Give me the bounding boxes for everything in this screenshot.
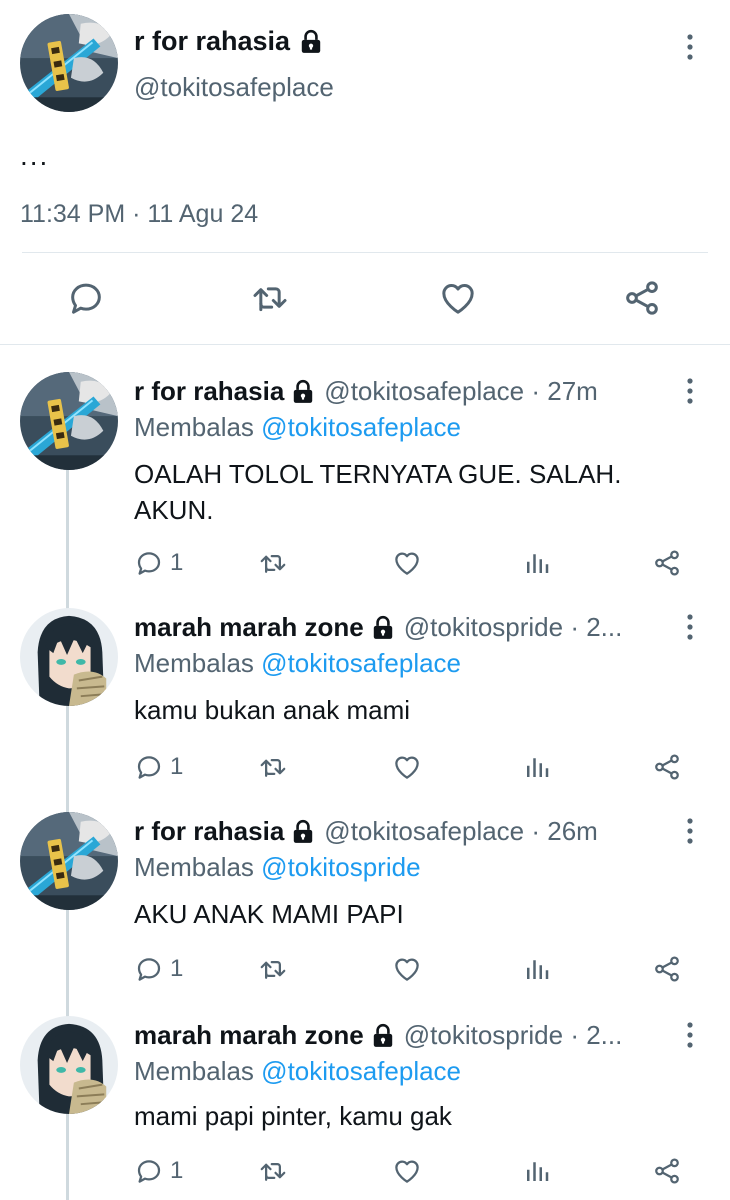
retweet-icon[interactable]	[258, 1154, 288, 1188]
lock-icon	[290, 819, 316, 845]
reply-icon[interactable]	[64, 276, 108, 320]
reply-count: 1	[170, 955, 184, 982]
reply-header: r for rahasia @tokitosafeplace · 26m	[134, 816, 668, 847]
replying-to-label: Membalas	[134, 648, 254, 678]
reply-actions: 1	[134, 750, 690, 784]
lock-icon	[290, 379, 316, 405]
like-icon[interactable]	[392, 546, 422, 580]
tweet-timestamp[interactable]: 11:34 PM · 11 Agu 24	[20, 200, 258, 229]
replying-to-mention[interactable]: @tokitospride	[261, 852, 420, 882]
avatar[interactable]	[20, 372, 118, 470]
sword-avatar-image	[20, 812, 118, 910]
tweet-text: ...	[20, 140, 50, 171]
share-icon[interactable]	[620, 276, 664, 320]
more-options-icon[interactable]	[680, 816, 700, 846]
reply-count: 1	[170, 753, 184, 780]
avatar[interactable]	[20, 608, 118, 706]
reply-count: 1	[170, 1157, 184, 1184]
replying-to: Membalas @tokitosafeplace	[134, 412, 461, 443]
author-name: r for rahasia	[134, 26, 291, 56]
reply-icon	[134, 954, 164, 984]
reply-actions: 1	[134, 952, 690, 986]
reply-actions: 1	[134, 546, 690, 580]
reply-text: kamu bukan anak mami	[134, 695, 411, 725]
author-handle-time[interactable]: @tokitospride · 2...	[404, 1020, 623, 1051]
retweet-icon[interactable]	[248, 276, 292, 320]
author-handle-time[interactable]: @tokitospride · 2...	[404, 612, 623, 643]
replying-to-label: Membalas	[134, 1056, 254, 1086]
replying-to-mention[interactable]: @tokitosafeplace	[261, 648, 461, 678]
views-icon[interactable]	[522, 546, 552, 580]
reply-icon	[134, 548, 164, 578]
reply-header: r for rahasia @tokitosafeplace · 27m	[134, 376, 668, 407]
divider	[0, 344, 730, 345]
more-options-icon[interactable]	[680, 32, 700, 62]
reply-icon	[134, 1156, 164, 1186]
sword-avatar-image	[20, 372, 118, 470]
retweet-icon[interactable]	[258, 952, 288, 986]
reply-text: mami papi pinter, kamu gak	[134, 1101, 452, 1131]
replying-to-mention[interactable]: @tokitosafeplace	[261, 1056, 461, 1086]
divider	[22, 252, 708, 253]
sword-avatar-image	[20, 14, 118, 112]
avatar[interactable]	[20, 812, 118, 910]
replying-to: Membalas @tokitosafeplace	[134, 1056, 461, 1087]
like-icon[interactable]	[392, 1154, 422, 1188]
share-icon[interactable]	[652, 546, 682, 580]
replying-to: Membalas @tokitospride	[134, 852, 421, 883]
share-icon[interactable]	[652, 1154, 682, 1188]
views-icon[interactable]	[522, 952, 552, 986]
share-icon[interactable]	[652, 750, 682, 784]
replying-to-mention[interactable]: @tokitosafeplace	[261, 412, 461, 442]
reply-button[interactable]: 1	[134, 952, 183, 986]
more-options-icon[interactable]	[680, 612, 700, 642]
replying-to: Membalas @tokitosafeplace	[134, 648, 461, 679]
views-icon[interactable]	[522, 750, 552, 784]
character-avatar-image	[20, 1016, 118, 1114]
reply-actions: 1	[134, 1154, 690, 1188]
reply-button[interactable]: 1	[134, 546, 183, 580]
like-icon[interactable]	[392, 750, 422, 784]
more-options-icon[interactable]	[680, 1020, 700, 1050]
replying-to-label: Membalas	[134, 412, 254, 442]
author-name-row[interactable]: r for rahasia	[134, 26, 324, 57]
lock-icon	[370, 1023, 396, 1049]
author-handle-time[interactable]: @tokitosafeplace · 27m	[324, 376, 598, 407]
lock-icon	[370, 615, 396, 641]
author-handle[interactable]: @tokitosafeplace	[134, 72, 334, 103]
views-icon[interactable]	[522, 1154, 552, 1188]
reply-header: marah marah zone @tokitospride · 2...	[134, 1020, 668, 1051]
avatar[interactable]	[20, 14, 118, 112]
avatar[interactable]	[20, 1016, 118, 1114]
retweet-icon[interactable]	[258, 546, 288, 580]
author-name[interactable]: r for rahasia	[134, 376, 284, 407]
reply-button[interactable]: 1	[134, 1154, 183, 1188]
reply-text: OALAH TOLOL TERNYATA GUE. SALAH. AKUN.	[134, 459, 622, 525]
character-avatar-image	[20, 608, 118, 706]
author-name[interactable]: marah marah zone	[134, 1020, 364, 1051]
reply-icon	[134, 752, 164, 782]
like-icon[interactable]	[436, 276, 480, 320]
reply-button[interactable]: 1	[134, 750, 183, 784]
share-icon[interactable]	[652, 952, 682, 986]
lock-icon	[298, 29, 324, 55]
reply-count: 1	[170, 549, 184, 576]
like-icon[interactable]	[392, 952, 422, 986]
more-options-icon[interactable]	[680, 376, 700, 406]
author-name[interactable]: r for rahasia	[134, 816, 284, 847]
replying-to-label: Membalas	[134, 852, 254, 882]
reply-text: AKU ANAK MAMI PAPI	[134, 899, 404, 929]
author-handle-time[interactable]: @tokitosafeplace · 26m	[324, 816, 598, 847]
reply-header: marah marah zone @tokitospride · 2...	[134, 612, 668, 643]
retweet-icon[interactable]	[258, 750, 288, 784]
author-name[interactable]: marah marah zone	[134, 612, 364, 643]
